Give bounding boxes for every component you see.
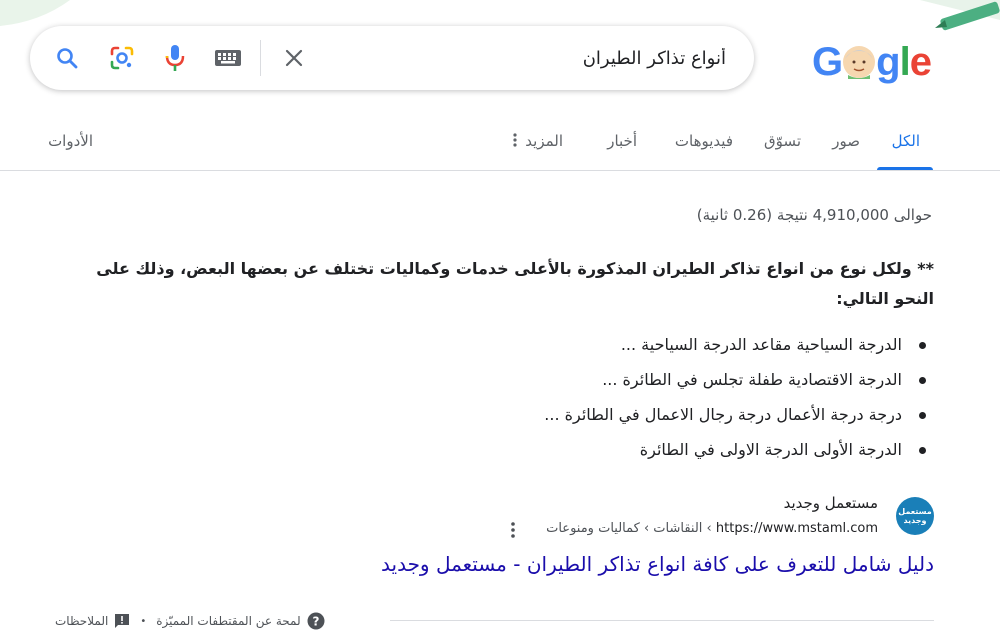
google-lens-icon bbox=[110, 46, 134, 70]
list-item-text: الدرجة السياحية مقاعد الدرجة السياحية ..… bbox=[620, 335, 902, 354]
featured-snippet-footer: ? لمحة عن المقتطفات المميّزة • الملاحظات bbox=[55, 610, 325, 632]
more-vertical-icon bbox=[511, 522, 515, 538]
site-url-path: › النقاشات › كماليات ومنوعات bbox=[546, 521, 716, 536]
tab-news[interactable]: أخبار bbox=[607, 132, 637, 150]
tab-all[interactable]: الكل bbox=[892, 132, 920, 150]
search-input[interactable] bbox=[346, 44, 726, 72]
google-doodle-logo[interactable]: G gle bbox=[808, 30, 940, 90]
bullet-icon bbox=[919, 342, 926, 349]
bullet-icon bbox=[919, 447, 926, 454]
search-box bbox=[30, 26, 754, 90]
svg-text:?: ? bbox=[312, 615, 319, 629]
search-by-image-button[interactable] bbox=[107, 43, 137, 73]
list-item-text: الدرجة الاقتصادية طفلة تجلس في الطائرة .… bbox=[602, 370, 902, 389]
footer-separator: • bbox=[140, 615, 147, 627]
site-url-domain: https://www.mstaml.com bbox=[715, 521, 878, 536]
tab-videos[interactable]: فيديوهات bbox=[675, 132, 733, 150]
clear-search-button[interactable] bbox=[280, 44, 308, 72]
about-featured-snippets-label: لمحة عن المقتطفات المميّزة bbox=[156, 614, 301, 628]
list-item-text: درجة درجة الأعمال درجة رجال الاعمال في ا… bbox=[544, 405, 902, 424]
search-icon bbox=[57, 48, 78, 69]
tools-button[interactable]: الأدوات bbox=[48, 132, 93, 150]
site-favicon[interactable]: مستعمل وجديد bbox=[896, 497, 934, 535]
result-title-link[interactable]: دليل شامل للتعرف على كافة انواع تذاكر ال… bbox=[381, 552, 934, 576]
list-item: درجة درجة الأعمال درجة رجال الاعمال في ا… bbox=[232, 400, 932, 435]
more-vertical-icon bbox=[513, 133, 518, 147]
featured-snippet-list: الدرجة السياحية مقاعد الدرجة السياحية ..… bbox=[232, 330, 932, 470]
list-item: الدرجة الأولى الدرجة الاولى في الطائرة bbox=[232, 435, 932, 470]
close-icon bbox=[285, 49, 303, 67]
search-button[interactable] bbox=[52, 43, 82, 73]
search-tabs-bar: الكل صور تسوّق فيديوهات أخبار المزيد الأ… bbox=[0, 120, 1000, 171]
tab-more-label: المزيد bbox=[525, 132, 563, 150]
tab-images[interactable]: صور bbox=[832, 132, 860, 150]
bullet-icon bbox=[919, 412, 926, 419]
feedback-label: الملاحظات bbox=[55, 614, 109, 628]
bullet-icon bbox=[919, 377, 926, 384]
list-item-text: الدرجة الأولى الدرجة الاولى في الطائرة bbox=[639, 440, 902, 459]
search-box-divider bbox=[260, 40, 261, 76]
featured-snippet-heading: ** ولكل نوع من انواع تذاكر الطيران المذك… bbox=[96, 259, 934, 308]
result-options-button[interactable] bbox=[505, 520, 521, 540]
tab-more[interactable]: المزيد bbox=[506, 132, 563, 150]
footer-divider bbox=[390, 620, 934, 621]
list-item: الدرجة السياحية مقاعد الدرجة السياحية ..… bbox=[232, 330, 932, 365]
feedback-icon bbox=[115, 614, 130, 628]
doodle-portrait-icon bbox=[843, 46, 876, 79]
keyboard-icon bbox=[215, 50, 241, 66]
help-icon: ? bbox=[307, 612, 325, 630]
virtual-keyboard-button[interactable] bbox=[213, 46, 243, 70]
voice-search-button[interactable] bbox=[160, 43, 190, 73]
feedback-link[interactable]: الملاحظات bbox=[55, 613, 130, 629]
site-name[interactable]: مستعمل وجديد bbox=[784, 494, 878, 512]
active-tab-indicator bbox=[877, 167, 933, 170]
tab-shopping[interactable]: تسوّق bbox=[764, 132, 801, 150]
list-item: الدرجة الاقتصادية طفلة تجلس في الطائرة .… bbox=[232, 365, 932, 400]
microphone-icon bbox=[165, 45, 185, 71]
result-stats: حوالى 4,910,000 نتيجة (0.26 ثانية) bbox=[696, 206, 932, 224]
about-featured-snippets-link[interactable]: ? لمحة عن المقتطفات المميّزة bbox=[156, 612, 325, 630]
site-url-breadcrumb[interactable]: https://www.mstaml.com › النقاشات › كمال… bbox=[546, 521, 878, 536]
